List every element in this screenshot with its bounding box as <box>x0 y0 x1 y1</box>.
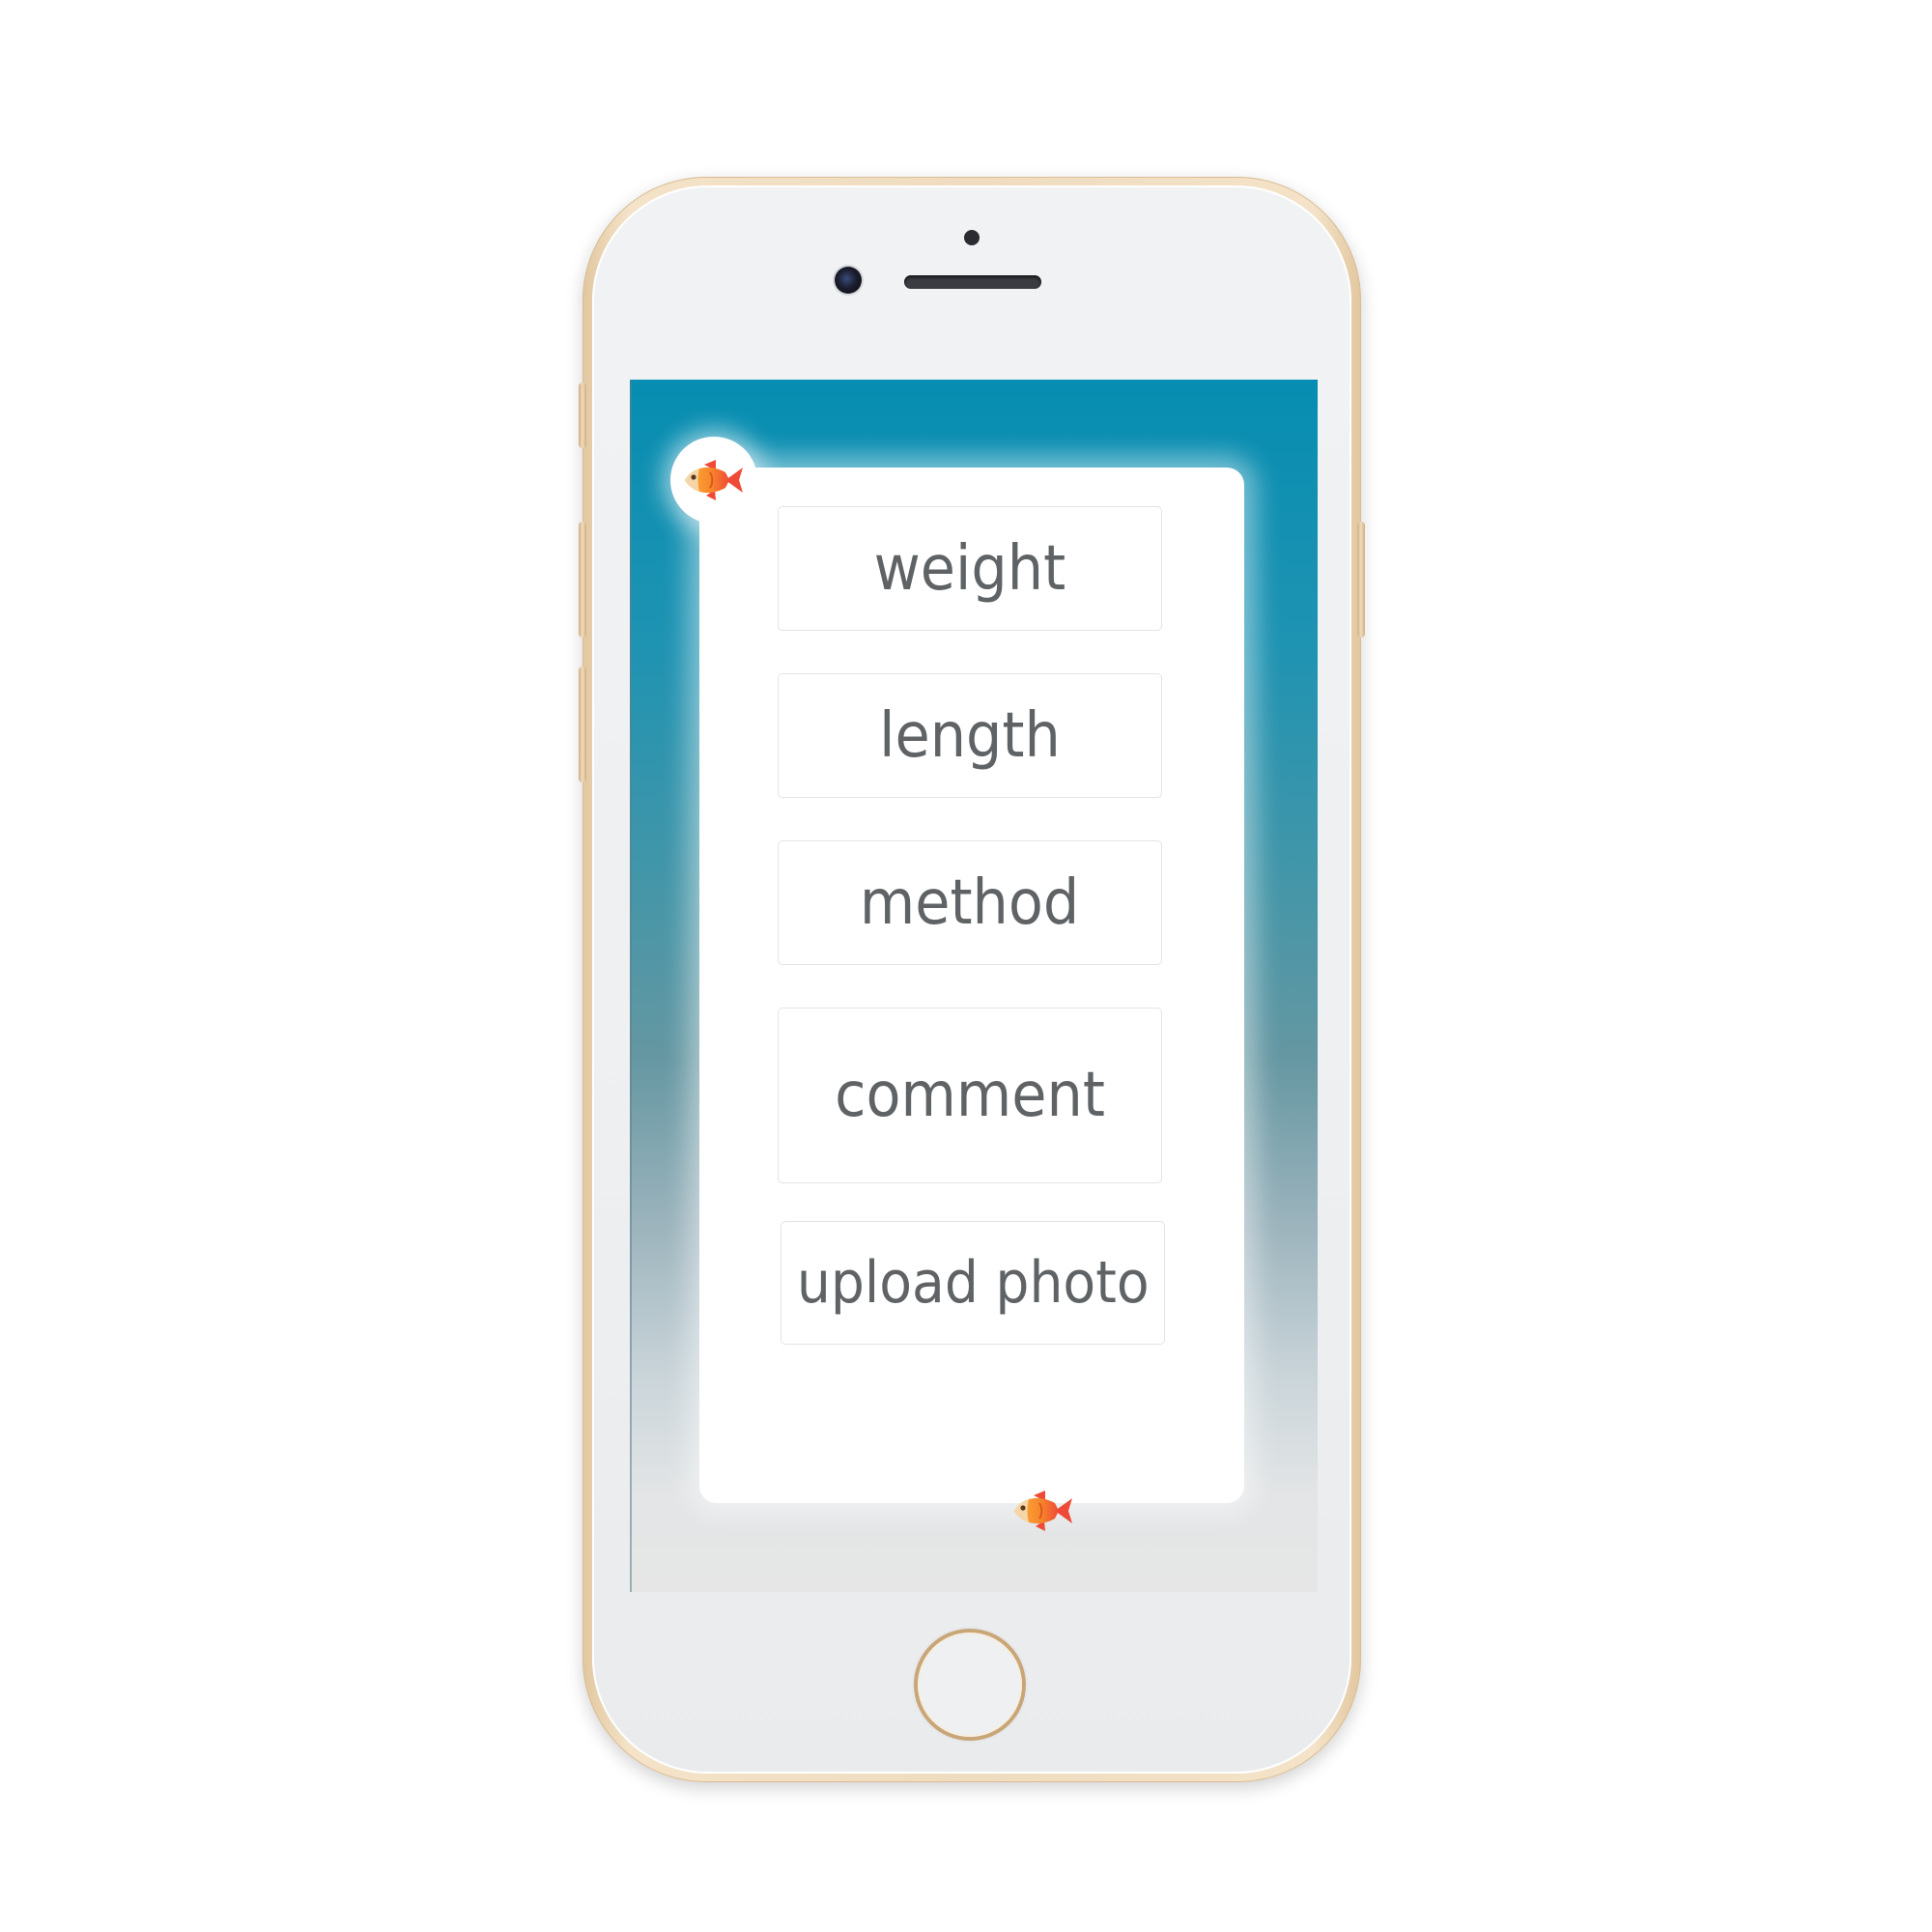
mockup-stage: weight length method comment upload phot… <box>0 0 1932 1932</box>
proximity-sensor <box>964 230 980 245</box>
volume-up-button <box>579 522 586 638</box>
length-field-label: length <box>879 699 1061 772</box>
app-screen: weight length method comment upload phot… <box>630 380 1318 1592</box>
catch-form-card: weight length method comment upload phot… <box>699 468 1244 1531</box>
front-camera <box>835 267 862 294</box>
weight-field-label: weight <box>873 532 1066 605</box>
screen-edge <box>630 380 632 1592</box>
mute-switch <box>579 383 586 448</box>
fish-icon <box>685 460 743 500</box>
upload-photo-label: upload photo <box>796 1249 1150 1317</box>
app-logo <box>670 437 757 524</box>
length-field[interactable]: length <box>778 673 1162 798</box>
volume-down-button <box>579 667 586 782</box>
upload-photo-button[interactable]: upload photo <box>781 1221 1165 1345</box>
method-field[interactable]: method <box>778 840 1162 965</box>
comment-field-label: comment <box>835 1060 1105 1131</box>
power-button <box>1357 522 1365 638</box>
method-field-label: method <box>860 867 1080 939</box>
weight-field[interactable]: weight <box>778 506 1162 631</box>
comment-field[interactable]: comment <box>778 1008 1162 1183</box>
fish-icon <box>1012 1490 1074 1532</box>
earpiece-speaker <box>904 275 1041 289</box>
home-button[interactable] <box>918 1633 1022 1737</box>
